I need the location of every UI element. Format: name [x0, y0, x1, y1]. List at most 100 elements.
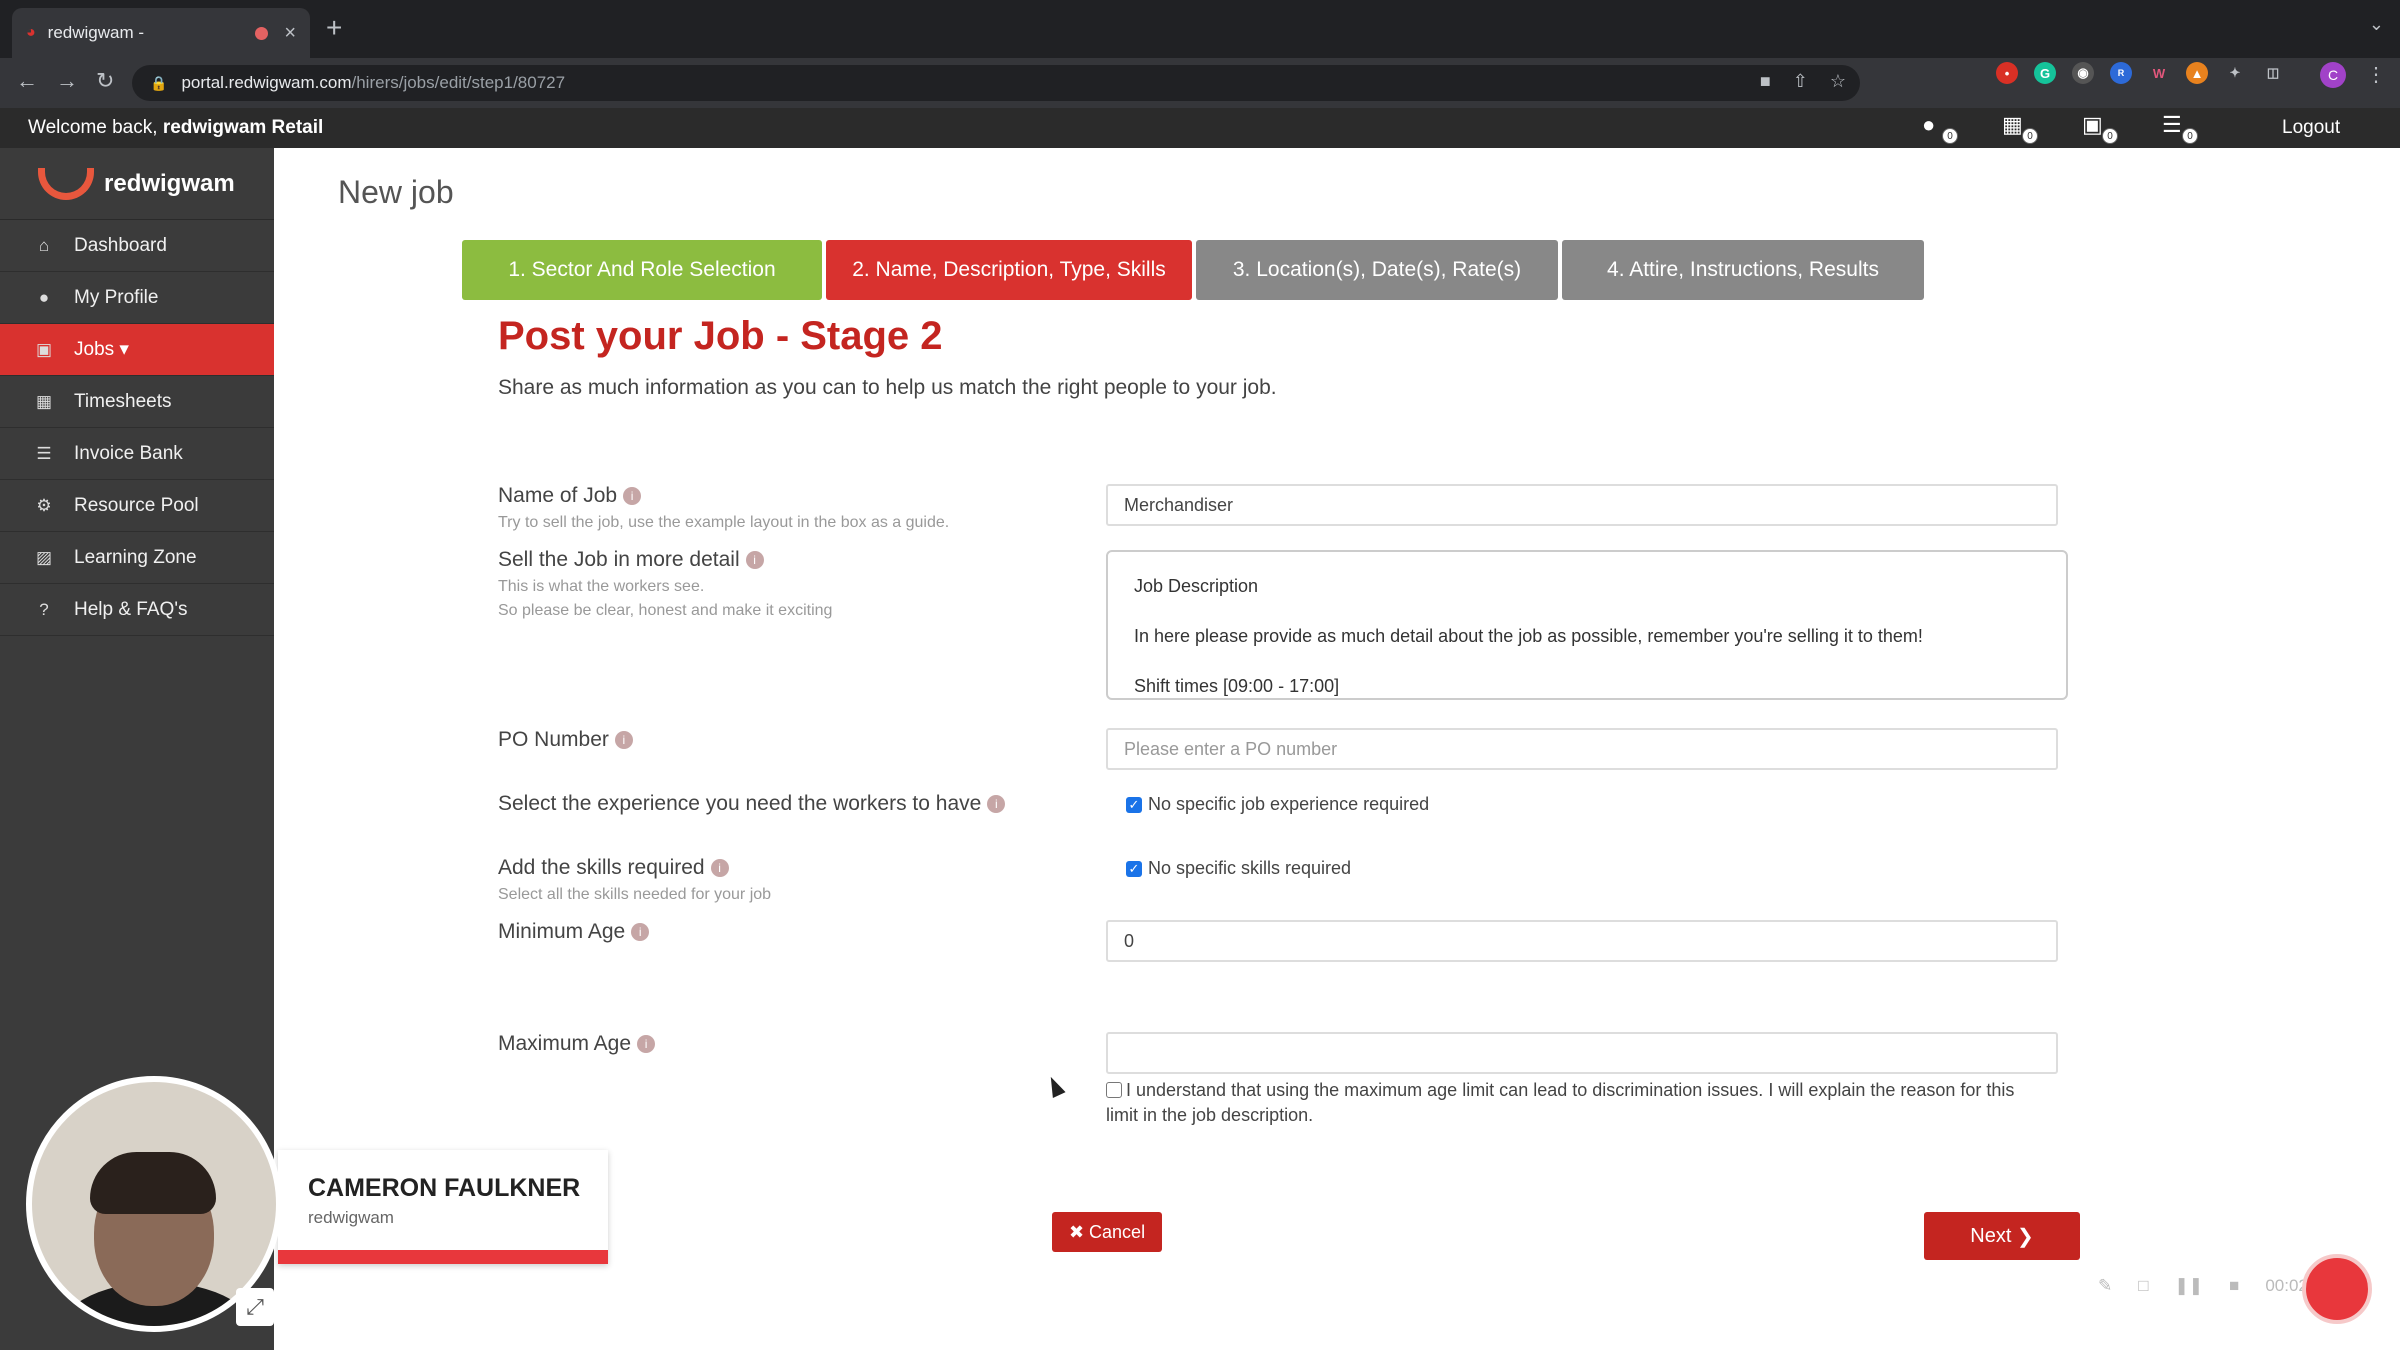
camera-icon[interactable]: ■ [1760, 71, 1771, 92]
experience-label: Select the experience you need the worke… [498, 792, 1006, 816]
browser-menu-icon[interactable]: ⋮ [2366, 62, 2386, 87]
stage-heading: Post your Job - Stage 2 [498, 314, 943, 358]
metamask-icon[interactable]: ▲ [2186, 62, 2208, 84]
brand-name: redwigwam [104, 169, 235, 197]
stage-subheading: Share as much information as you can to … [498, 376, 1277, 399]
grammarly-icon[interactable]: G [2034, 62, 2056, 84]
rec-extension-icon[interactable]: R [2110, 62, 2132, 84]
checkbox-checked-icon[interactable]: ✓ [1126, 796, 1142, 813]
min-age-label-text: Minimum Age [498, 920, 626, 943]
no-experience-checkbox[interactable]: ✓ No specific job experience required [1126, 794, 1429, 815]
min-age-input[interactable]: 0 [1106, 920, 2058, 962]
no-experience-label: No specific job experience required [1148, 794, 1430, 814]
step-4-tab[interactable]: 4. Attire, Instructions, Results [1562, 240, 1924, 300]
chevron-right-icon: ❯ [2011, 1225, 2034, 1248]
skills-label: Add the skills required i [498, 856, 729, 880]
calendar-icon[interactable]: ▦ 0 [2002, 112, 2038, 144]
po-number-label-text: PO Number [498, 728, 609, 751]
user-icon: ● [38, 287, 50, 307]
presenter-namecard: CAMERON FAULKNER redwigwam [278, 1150, 608, 1264]
info-icon[interactable]: i [637, 1035, 656, 1053]
extension-icon[interactable]: • [1996, 62, 2018, 84]
step-3-tab[interactable]: 3. Location(s), Date(s), Rate(s) [1196, 240, 1558, 300]
detail-line: In here please provide as much detail ab… [1134, 626, 1923, 646]
square-icon[interactable]: □ [2138, 1276, 2148, 1296]
browser-tab[interactable]: ◕ redwigwam - × [12, 8, 310, 58]
extensions-puzzle-icon[interactable]: ✦ [2224, 62, 2246, 84]
job-detail-textarea[interactable]: Job Description In here please provide a… [1106, 550, 2068, 700]
recorder-button[interactable] [2302, 1254, 2372, 1324]
sidebar-item-dashboard[interactable]: ⌂ Dashboard [0, 220, 274, 272]
cancel-button[interactable]: ✖ Cancel [1052, 1212, 1162, 1252]
sidebar-item-label: My Profile [74, 286, 159, 308]
mouse-cursor-icon [1044, 1073, 1066, 1099]
sidebar-item-learning-zone[interactable]: ▨ Learning Zone [0, 532, 274, 584]
presenter-org: redwigwam [308, 1208, 394, 1227]
max-age-input[interactable] [1106, 1032, 2058, 1074]
logout-link[interactable]: Logout [2282, 117, 2340, 139]
info-icon[interactable]: i [745, 551, 764, 569]
question-icon: ? [39, 599, 49, 619]
presenter-hair [90, 1152, 216, 1214]
w-extension-icon[interactable]: W [2148, 62, 2170, 84]
next-label: Next [1970, 1224, 2012, 1247]
people-icon: ⚙ [36, 495, 52, 515]
address-bar[interactable]: 🔒 portal.redwigwam.com/hirers/jobs/edit/… [132, 65, 1860, 101]
sidebar-item-timesheets[interactable]: ▦ Timesheets [0, 376, 274, 428]
reload-icon[interactable]: ↻ [96, 68, 114, 94]
sidebar-item-jobs[interactable]: ▣ Jobs ▾ [0, 324, 274, 376]
no-skills-checkbox[interactable]: ✓ No specific skills required [1126, 858, 1351, 879]
back-icon[interactable]: ← [16, 68, 38, 94]
lock-icon: 🔒 [150, 74, 168, 91]
job-name-help: Try to sell the job, use the example lay… [498, 514, 950, 531]
briefcase-icon[interactable]: ▣ 0 [2082, 112, 2118, 144]
sidebar-item-help[interactable]: ? Help & FAQ's [0, 584, 274, 636]
max-age-label: Maximum Age i [498, 1032, 656, 1056]
sidebar-item-label: Invoice Bank [74, 442, 183, 464]
tab-search-icon[interactable]: ⌄ [2369, 14, 2384, 35]
step-2-tab[interactable]: 2. Name, Description, Type, Skills [826, 240, 1192, 300]
list-icon[interactable]: ☰ 0 [2162, 112, 2198, 144]
stop-icon[interactable]: ■ [2229, 1276, 2239, 1296]
age-agreement: I understand that using the maximum age … [1106, 1078, 2036, 1128]
extension-icon[interactable]: ◉ [2072, 62, 2094, 84]
calendar-icon: ▦ [35, 391, 53, 411]
sidepanel-icon[interactable]: ◫ [2262, 62, 2284, 84]
sidebar-item-label: Learning Zone [74, 546, 197, 568]
info-icon[interactable]: i [631, 923, 650, 941]
expand-icon[interactable]: ⤢ [236, 1288, 274, 1326]
next-button[interactable]: Next ❯ [1924, 1212, 2080, 1260]
profile-avatar[interactable]: C [2320, 62, 2346, 88]
sidebar-item-label: Dashboard [74, 234, 167, 256]
info-icon[interactable]: i [623, 487, 642, 505]
new-tab-icon[interactable]: + [326, 12, 342, 44]
home-icon: ⌂ [38, 235, 50, 255]
pen-icon[interactable]: ✎ [2098, 1276, 2112, 1296]
messages-icon[interactable]: ● 0 [1922, 112, 1958, 144]
po-number-input[interactable]: Please enter a PO number [1106, 728, 2058, 770]
step-1-tab[interactable]: 1. Sector And Role Selection [462, 240, 822, 300]
detail-line: Job Description [1134, 576, 1259, 596]
brand-logo[interactable]: redwigwam [0, 148, 274, 220]
checkbox-checked-icon[interactable]: ✓ [1126, 860, 1142, 877]
browser-tabstrip: ◕ redwigwam - × + ⌄ [0, 0, 2400, 58]
briefcase-icon: ▣ [35, 339, 53, 359]
page-title: New job [338, 174, 454, 210]
sidebar-item-resource-pool[interactable]: ⚙ Resource Pool [0, 480, 274, 532]
info-icon[interactable]: i [987, 795, 1006, 813]
pause-icon[interactable]: ❚❚ [2175, 1276, 2204, 1296]
sidebar-item-my-profile[interactable]: ● My Profile [0, 272, 274, 324]
po-number-label: PO Number i [498, 728, 633, 752]
sidebar-item-invoice-bank[interactable]: ☰ Invoice Bank [0, 428, 274, 480]
close-tab-icon[interactable]: × [284, 22, 296, 45]
share-icon[interactable]: ⇧ [1793, 71, 1808, 92]
job-name-input[interactable]: Merchandiser [1106, 484, 2058, 526]
age-agreement-checkbox[interactable] [1106, 1082, 1122, 1098]
redwigwam-logo-icon [38, 167, 94, 200]
info-icon[interactable]: i [614, 731, 633, 749]
age-agreement-text: I understand that using the maximum age … [1106, 1080, 2015, 1125]
skills-label-text: Add the skills required [498, 856, 705, 879]
info-icon[interactable]: i [710, 859, 729, 877]
forward-icon[interactable]: → [56, 68, 78, 94]
bookmark-star-icon[interactable]: ☆ [1830, 71, 1846, 92]
